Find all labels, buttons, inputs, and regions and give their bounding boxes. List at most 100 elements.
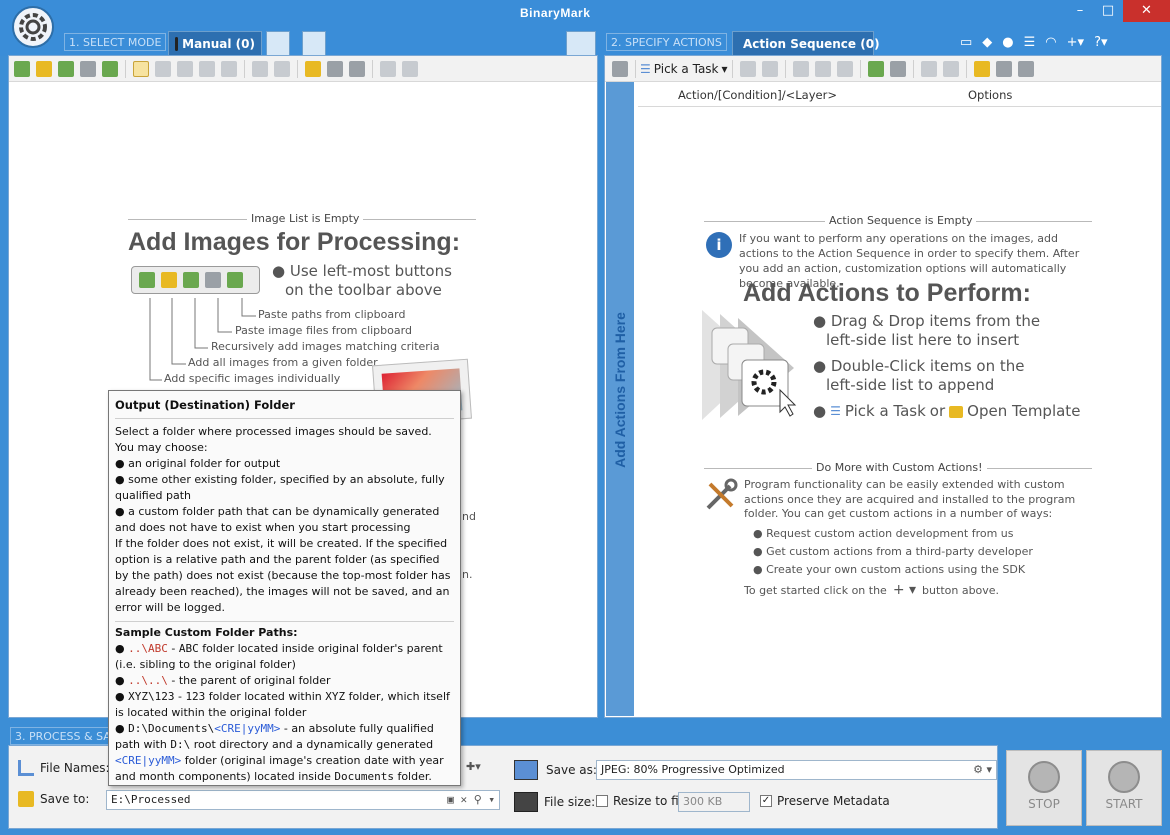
sort-icon[interactable] — [221, 60, 237, 77]
app-menu-gear-icon[interactable] — [12, 6, 54, 48]
pick-task-link[interactable]: Pick a Task — [845, 402, 926, 421]
file-names-row: File Names: — [18, 760, 110, 776]
tooltip-b3: ● a custom folder path that can be dynam… — [115, 505, 440, 534]
save-template-icon[interactable] — [1017, 60, 1034, 77]
grid-view-icon[interactable] — [133, 60, 149, 77]
save-as-select[interactable]: JPEG: 80% Progressive Optimized ⚙ ▾ — [596, 760, 997, 780]
tab-batch-icon[interactable] — [266, 31, 290, 55]
folder-icon — [18, 791, 34, 807]
save-to-input[interactable]: E:\Processed ▣ ✕ ⚲ ▾ — [106, 790, 500, 810]
checklist-icon: ☰ — [640, 61, 651, 76]
remove-icon[interactable] — [252, 60, 268, 77]
resize-checkbox[interactable] — [596, 795, 608, 807]
close-button[interactable]: ✕ — [1123, 0, 1170, 22]
column-action[interactable]: Action/[Condition]/<Layer> — [638, 88, 838, 102]
callout-add-images: Add specific images individually — [164, 372, 341, 385]
save-to-label: Save to: — [40, 792, 90, 806]
list-view-icon[interactable] — [155, 60, 171, 77]
preserve-metadata-checkbox[interactable]: ✓ — [760, 795, 772, 807]
settings-icon[interactable] — [327, 60, 343, 77]
step-select-mode: 1. SELECT MODE — [64, 33, 167, 51]
open-template-link[interactable]: Open Template — [967, 402, 1080, 421]
filter-icon[interactable] — [199, 60, 215, 77]
add-action-icon[interactable] — [867, 60, 884, 77]
callout-paste-files: Paste image files from clipboard — [235, 324, 412, 337]
custom-item-3: ● Create your own custom actions using t… — [753, 563, 1026, 576]
file-size-label: File size: — [544, 795, 596, 809]
indent-icon[interactable] — [814, 60, 831, 77]
tooltip-b2: ● some other existing folder, specified … — [115, 473, 445, 502]
save-as-value: JPEG: 80% Progressive Optimized — [601, 763, 785, 776]
open-template-icon[interactable] — [973, 60, 990, 77]
gears-illustration-icon — [702, 310, 797, 420]
lightbulb-icon[interactable]: ● — [1002, 35, 1013, 50]
action-bullet-2: left-side list here to insert — [826, 331, 1020, 349]
action-heading: Add Actions to Perform: — [743, 279, 1031, 307]
console-icon[interactable]: ▭ — [960, 35, 972, 50]
preview-image-icon[interactable] — [566, 31, 596, 55]
column-options[interactable]: Options — [968, 88, 1012, 102]
tab-manual[interactable]: Manual (0) — [168, 31, 262, 55]
save-list-icon[interactable] — [349, 60, 365, 77]
tooltip-p3: If the folder does not exist, it will be… — [115, 537, 451, 614]
custom-item-1: ● Request custom action development from… — [753, 527, 1014, 540]
pick-task-button[interactable]: ☰ Pick a Task ▾ — [640, 62, 728, 76]
add-folder-icon[interactable] — [36, 60, 52, 77]
paste-paths-icon[interactable] — [102, 60, 118, 77]
open-list-icon[interactable] — [305, 60, 321, 77]
outdent-icon[interactable] — [792, 60, 809, 77]
forward-icon[interactable] — [836, 60, 853, 77]
add-token-icon[interactable]: ✚▾ — [466, 760, 481, 773]
preserve-metadata-label: Preserve Metadata — [777, 794, 890, 808]
file-names-label: File Names: — [40, 761, 110, 775]
save-to-value: E:\Processed — [111, 793, 191, 806]
tab-schedule-clock-icon[interactable] — [302, 31, 326, 55]
save-as-row: Save as: — [514, 760, 597, 780]
callout-paste-paths: Paste paths from clipboard — [258, 308, 406, 321]
resize-size-input[interactable]: 300 KB — [678, 792, 750, 812]
custom-actions-caption: Do More with Custom Actions! — [812, 461, 987, 474]
help-icon[interactable]: ?▾ — [1094, 35, 1107, 50]
save-to-buttons-icon[interactable]: ▣ ✕ ⚲ ▾ — [447, 791, 495, 809]
minimize-button[interactable]: – — [1066, 0, 1094, 22]
camera-icon — [175, 36, 179, 51]
copy-icon[interactable] — [177, 60, 193, 77]
stop-label: STOP — [1028, 797, 1060, 811]
paste-files-icon[interactable] — [80, 60, 96, 77]
template-settings-icon[interactable] — [995, 60, 1012, 77]
checklist-icon: ☰ — [830, 404, 841, 418]
start-button[interactable]: START — [1086, 750, 1162, 826]
add-actions-sidebar[interactable]: Add Actions From Here — [606, 82, 634, 716]
search-add-icon[interactable] — [58, 60, 74, 77]
remove-action-icon[interactable] — [920, 60, 937, 77]
app-brand: BinaryMark — [520, 6, 591, 20]
folder-icon — [949, 405, 964, 418]
resize-size-value: 300 KB — [683, 795, 723, 808]
action-options-icon[interactable] — [889, 60, 906, 77]
export-icon[interactable] — [380, 60, 396, 77]
tab-action-sequence-label: Action Sequence (0) — [743, 36, 880, 51]
add-images-icon[interactable] — [14, 60, 30, 77]
action-table-header: Action/[Condition]/<Layer> Options — [638, 83, 1161, 107]
shield-icon[interactable]: ◆ — [982, 35, 992, 50]
move-down-icon[interactable] — [761, 60, 778, 77]
move-up-icon[interactable] — [739, 60, 756, 77]
clear-actions-icon[interactable] — [942, 60, 959, 77]
get-started-line: To get started click on the + ▾ button a… — [744, 582, 999, 598]
pick-task-label: Pick a Task — [653, 61, 719, 76]
tooltip-b1: ● an original folder for output — [115, 457, 281, 470]
rename-icon — [18, 760, 34, 776]
stop-button[interactable]: STOP — [1006, 750, 1082, 826]
file-size-row: File size: — [514, 792, 595, 812]
checklist-icon[interactable]: ☰ — [1024, 35, 1036, 50]
tab-action-sequence[interactable]: Action Sequence (0) — [732, 31, 880, 55]
add-menu-icon[interactable]: +▾ — [1067, 35, 1084, 50]
file-size-icon — [514, 792, 538, 812]
import-icon[interactable] — [402, 60, 418, 77]
tooltip-sample-2: ● ..\..\ - the parent of original folder — [115, 674, 331, 687]
maximize-button[interactable]: □ — [1094, 0, 1122, 22]
action-settings-icon[interactable] — [612, 60, 628, 77]
clear-icon[interactable] — [274, 60, 290, 77]
wifi-icon[interactable]: ◠ — [1045, 35, 1056, 50]
output-folder-tooltip: Output (Destination) Folder Select a fol… — [108, 390, 461, 786]
